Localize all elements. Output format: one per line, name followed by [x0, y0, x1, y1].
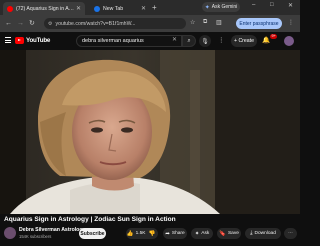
ask-button[interactable]: ✦ Ask	[191, 228, 213, 239]
puzzle-icon[interactable]: ⧉	[203, 19, 207, 26]
reload-icon[interactable]: ↻	[29, 19, 35, 28]
video-title: Aquarius Sign in Astrology | Zodiac Sun …	[4, 216, 176, 223]
close-tab-icon[interactable]: ✕	[141, 5, 146, 12]
browser-toolbar: ← → ↻ ⚙ youtube.com/watch?v=B1f1mhW... ☆…	[0, 15, 300, 32]
share-icon: ➦	[165, 230, 170, 237]
forward-arrow-icon[interactable]: →	[17, 19, 24, 28]
tab-youtube[interactable]: (72) Aquarius Sign in Astro ✕	[3, 2, 85, 15]
subscriber-count: 154K subscribers	[19, 234, 52, 239]
subscribe-button[interactable]: Subscribe	[79, 228, 106, 239]
download-icon: ⤓	[250, 230, 253, 236]
save-button[interactable]: 🔖 Save	[217, 228, 241, 239]
share-button[interactable]: ➦ Share	[163, 228, 187, 239]
download-label: Download	[254, 231, 276, 236]
new-tab-button[interactable]: +	[152, 3, 157, 13]
enter-passphrase-button[interactable]: Enter passphrase	[236, 18, 282, 29]
youtube-masthead: YouTube debra silverman aquarius ✕ ⌕ 🎙 ⋮…	[0, 32, 300, 50]
notification-badge: 9+	[270, 34, 278, 39]
minimize-button[interactable]: –	[252, 2, 255, 8]
ask-spark-icon: ✦	[194, 230, 200, 237]
sidebar-icon[interactable]: ▥	[216, 19, 222, 26]
back-arrow-icon[interactable]: ←	[5, 19, 12, 28]
tune-icon[interactable]: ⚙	[48, 21, 52, 27]
close-window-button[interactable]: ✕	[288, 2, 293, 9]
share-label: Share	[171, 231, 185, 236]
gemini-spark-icon: ✦	[204, 4, 210, 11]
search-input[interactable]: debra silverman aquarius	[76, 35, 182, 47]
video-player[interactable]	[0, 50, 300, 214]
bookmark-icon: 🔖	[219, 230, 226, 237]
mic-icon: 🎙	[201, 38, 209, 45]
like-count[interactable]: 1.5K	[136, 231, 146, 236]
browser-tab-strip: (72) Aquarius Sign in Astro ✕ New Tab ✕ …	[0, 0, 300, 15]
download-button[interactable]: ⤓ Download	[245, 228, 281, 239]
channel-avatar[interactable]	[4, 227, 16, 239]
voice-search-button[interactable]: 🎙	[199, 35, 211, 47]
youtube-favicon-icon	[7, 5, 13, 12]
more-options-icon[interactable]: ⋮	[218, 36, 225, 45]
thumbs-up-icon[interactable]: 👍	[127, 231, 134, 237]
like-dislike-group: 👍 1.5K 👎	[126, 228, 158, 239]
youtube-wordmark: YouTube	[26, 37, 51, 44]
tab-new-tab[interactable]: New Tab ✕	[90, 2, 150, 15]
kebab-menu-icon[interactable]: ⋮	[288, 19, 294, 26]
maximize-button[interactable]: □	[270, 2, 274, 8]
ask-label: Ask	[201, 231, 210, 236]
chrome-favicon-icon	[94, 5, 100, 12]
star-icon[interactable]: ☆	[190, 19, 195, 26]
clear-search-icon[interactable]: ✕	[172, 36, 177, 45]
youtube-logo[interactable]: YouTube	[15, 37, 50, 44]
ask-gemini-button[interactable]: ✦ Ask Gemini	[202, 2, 240, 12]
more-actions-button[interactable]: ···	[284, 228, 297, 239]
save-label: Save	[227, 231, 239, 236]
channel-name[interactable]: Debra Silverman Astrology	[19, 227, 85, 233]
bell-icon[interactable]: 🔔	[262, 36, 270, 45]
youtube-play-logo-icon	[15, 37, 24, 44]
address-url: youtube.com/watch?v=B1f1mhW...	[55, 20, 136, 27]
hamburger-menu-icon[interactable]	[5, 37, 11, 43]
video-frame-image	[0, 50, 300, 214]
ask-gemini-label: Ask Gemini	[211, 4, 238, 10]
tab-title: (72) Aquarius Sign in Astro	[16, 5, 74, 12]
account-avatar[interactable]	[284, 36, 294, 46]
tab-title: New Tab	[103, 5, 124, 12]
search-button[interactable]: ⌕	[182, 35, 196, 47]
thumbs-down-icon[interactable]: 👎	[148, 231, 155, 237]
create-button[interactable]: + Create	[231, 35, 257, 47]
search-icon: ⌕	[187, 37, 191, 44]
close-tab-icon[interactable]: ✕	[76, 5, 81, 12]
address-bar[interactable]: ⚙ youtube.com/watch?v=B1f1mhW...	[44, 18, 186, 29]
